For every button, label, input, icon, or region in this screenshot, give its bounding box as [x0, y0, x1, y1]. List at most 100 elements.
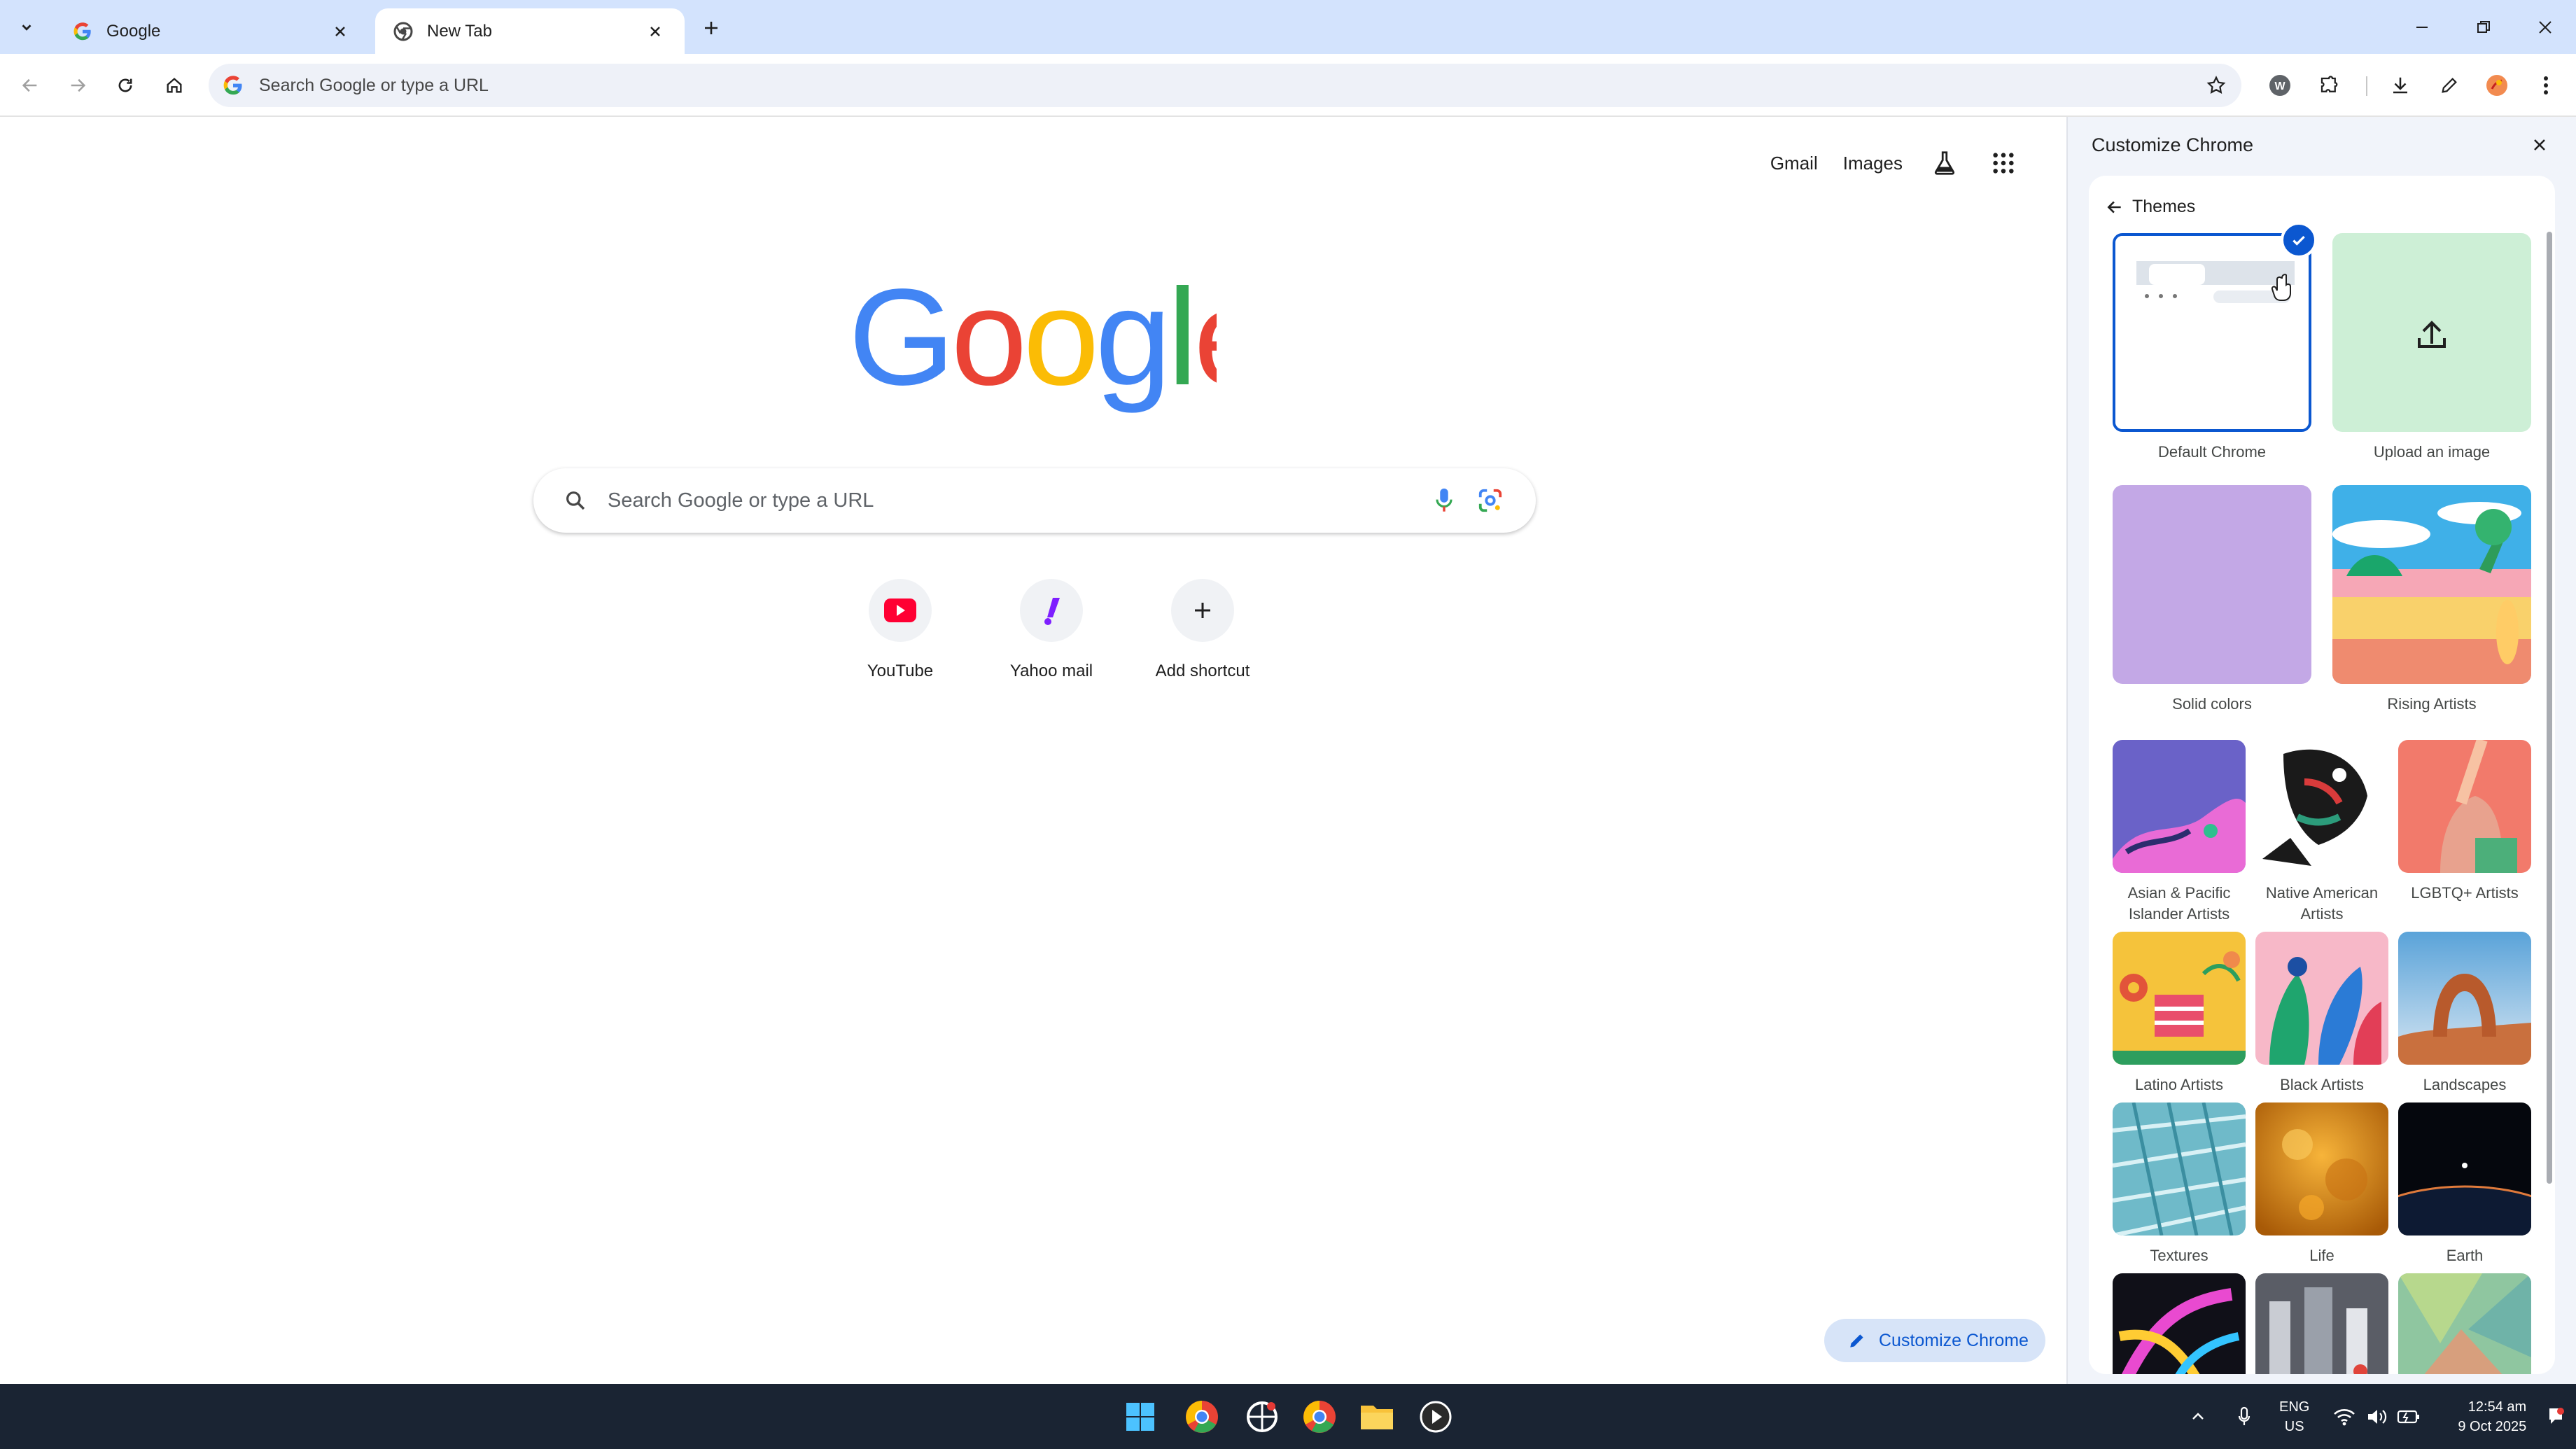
- extensions-button[interactable]: [2313, 69, 2345, 102]
- lens-search-icon[interactable]: [1473, 483, 1508, 518]
- theme-lgbtq-artists[interactable]: LGBTQ+ Artists: [2398, 740, 2531, 904]
- themes-back-button[interactable]: Themes: [2106, 197, 2195, 217]
- notification-icon[interactable]: [2542, 1407, 2570, 1427]
- language-indicator[interactable]: ENG US: [2279, 1397, 2309, 1436]
- menu-button[interactable]: [2530, 69, 2562, 102]
- theme-label: Latino Artists: [2135, 1076, 2223, 1093]
- profile-extension-button[interactable]: W: [2264, 69, 2296, 102]
- shortcut-youtube[interactable]: YouTube: [833, 576, 967, 681]
- theme-rising-artists[interactable]: Rising Artists: [2332, 485, 2531, 715]
- new-tab-button[interactable]: [696, 13, 727, 43]
- theme-thumbnail: [2113, 233, 2311, 432]
- theme-thumbnail: [2332, 233, 2531, 432]
- close-window-button[interactable]: [2514, 0, 2576, 54]
- theme-black-artists[interactable]: Black Artists: [2255, 932, 2388, 1096]
- taskbar-file-explorer[interactable]: [1354, 1394, 1400, 1440]
- windows-start-button[interactable]: [1117, 1394, 1163, 1440]
- edit-button[interactable]: [2433, 69, 2465, 102]
- close-icon: [2539, 20, 2552, 34]
- shortcut-label: Yahoo mail: [1009, 662, 1093, 680]
- profile-button[interactable]: [2481, 69, 2513, 102]
- forward-button[interactable]: [62, 69, 94, 102]
- theme-textures[interactable]: Textures: [2113, 1102, 2246, 1266]
- region-code: US: [2284, 1418, 2304, 1434]
- window-controls: [2391, 0, 2576, 54]
- yahoo-icon: [1044, 598, 1060, 625]
- back-button[interactable]: [14, 69, 46, 102]
- clock-date: 9 Oct 2025: [2458, 1418, 2527, 1434]
- panel-title: Customize Chrome: [2092, 134, 2254, 155]
- close-tab-icon[interactable]: [328, 19, 353, 44]
- theme-label: Earth: [2446, 1247, 2484, 1264]
- volume-icon[interactable]: [2362, 1408, 2390, 1426]
- address-bar[interactable]: Search Google or type a URL: [209, 64, 2241, 107]
- panel-scrollbar[interactable]: [2547, 232, 2552, 1184]
- shortcuts-row: YouTube Yahoo mail Add shortcut: [833, 576, 1270, 681]
- theme-thumbnail: [2113, 1102, 2246, 1236]
- theme-tile[interactable]: [2398, 1273, 2531, 1374]
- google-apps-button[interactable]: [1987, 146, 2020, 180]
- theme-thumbnail: [2398, 932, 2531, 1065]
- avatar: [2486, 75, 2507, 96]
- downloads-button[interactable]: [2384, 69, 2416, 102]
- taskbar-app-2[interactable]: [1239, 1394, 1285, 1440]
- theme-thumbnail: [2255, 932, 2388, 1065]
- battery-icon[interactable]: [2395, 1409, 2423, 1424]
- clock[interactable]: 12:54 am 9 Oct 2025: [2458, 1397, 2526, 1436]
- theme-solid-colors[interactable]: Solid colors: [2113, 485, 2311, 715]
- taskbar-chrome-app[interactable]: [1179, 1394, 1225, 1440]
- gmail-link[interactable]: Gmail: [1770, 153, 1818, 174]
- taskbar-media-player[interactable]: [1413, 1394, 1459, 1440]
- arrow-left-icon: [22, 78, 37, 92]
- shortcut-yahoo-mail[interactable]: Yahoo mail: [984, 576, 1119, 681]
- play-icon: [1420, 1401, 1452, 1433]
- theme-asian-pacific-islander-artists[interactable]: Asian & Pacific Islander Artists: [2113, 740, 2246, 925]
- tab-google[interactable]: Google: [55, 8, 370, 54]
- theme-tile[interactable]: [2255, 1273, 2388, 1374]
- language-code: ENG: [2279, 1399, 2310, 1415]
- shortcut-add[interactable]: Add shortcut: [1135, 576, 1270, 681]
- bookmark-star-icon[interactable]: [2199, 69, 2233, 102]
- panel-header: Customize Chrome: [2092, 124, 2554, 166]
- taskbar-chrome-active[interactable]: [1296, 1394, 1343, 1440]
- reload-button[interactable]: [109, 69, 141, 102]
- plus-icon: [705, 22, 718, 34]
- upload-icon: [2418, 321, 2446, 348]
- windows-logo-icon: [1126, 1403, 1154, 1431]
- theme-label: Upload an image: [2373, 443, 2491, 461]
- wifi-icon[interactable]: [2330, 1408, 2358, 1426]
- theme-label: Landscapes: [2423, 1076, 2507, 1093]
- chevron-up-icon[interactable]: [2184, 1408, 2212, 1425]
- theme-landscapes[interactable]: Landscapes: [2398, 932, 2531, 1096]
- labs-button[interactable]: [1928, 146, 1961, 180]
- close-panel-icon[interactable]: [2526, 131, 2554, 159]
- ntp-search-box[interactable]: Search Google or type a URL: [533, 468, 1536, 533]
- google-logo: Google: [848, 260, 1270, 418]
- close-tab-icon[interactable]: [643, 19, 668, 44]
- chrome-favicon-icon: [392, 20, 414, 43]
- theme-label: Native American Artists: [2265, 884, 2379, 923]
- customize-chrome-button[interactable]: Customize Chrome: [1824, 1319, 2045, 1362]
- home-button[interactable]: [158, 69, 190, 102]
- theme-tile[interactable]: [2113, 1273, 2246, 1374]
- theme-native-american-artists[interactable]: Native American Artists: [2255, 740, 2388, 925]
- themes-card: Themes Default Chrome Upload an image So…: [2089, 176, 2555, 1374]
- microphone-icon[interactable]: [2230, 1406, 2258, 1427]
- plus-icon: [1195, 603, 1210, 618]
- theme-earth[interactable]: Earth: [2398, 1102, 2531, 1266]
- images-link[interactable]: Images: [1843, 153, 1903, 174]
- tab-new-tab[interactable]: New Tab: [375, 8, 685, 54]
- voice-search-icon[interactable]: [1427, 483, 1462, 518]
- theme-latino-artists[interactable]: Latino Artists: [2113, 932, 2246, 1096]
- theme-life[interactable]: Life: [2255, 1102, 2388, 1266]
- arrow-left-icon: [2107, 200, 2121, 214]
- theme-upload-image[interactable]: Upload an image: [2332, 233, 2531, 463]
- shortcut-label: YouTube: [867, 662, 934, 680]
- minimize-button[interactable]: [2391, 0, 2453, 54]
- restore-button[interactable]: [2453, 0, 2514, 54]
- shortcut-label: Add shortcut: [1155, 662, 1250, 680]
- theme-default-chrome[interactable]: Default Chrome: [2113, 222, 2317, 463]
- flask-icon: [1934, 151, 1955, 175]
- tab-search-button[interactable]: [10, 13, 43, 42]
- chevron-down-icon: [22, 24, 31, 31]
